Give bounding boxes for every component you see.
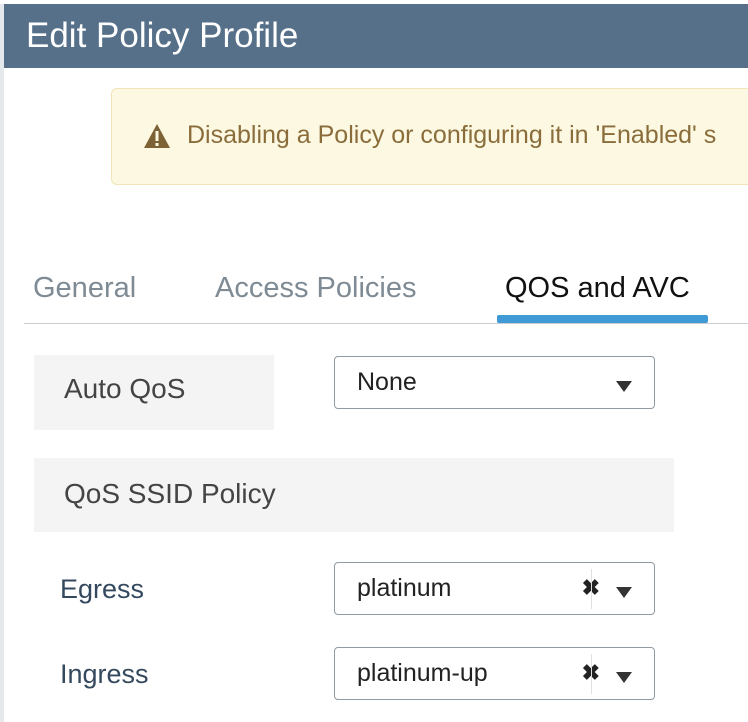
dialog-title: Edit Policy Profile: [26, 16, 299, 55]
select-divider: [591, 654, 592, 694]
chevron-down-icon[interactable]: [616, 587, 632, 598]
qos-ssid-policy-section-header: QoS SSID Policy: [34, 458, 674, 532]
auto-qos-value: None: [357, 368, 417, 396]
egress-label: Egress: [60, 574, 145, 604]
select-divider: [591, 569, 592, 609]
tab-qos-and-avc[interactable]: QOS and AVC: [505, 272, 690, 305]
ingress-value: platinum-up: [357, 659, 488, 687]
ingress-select[interactable]: platinum-up ✖: [334, 647, 655, 700]
auto-qos-label-box: Auto QoS: [34, 355, 274, 430]
chevron-down-icon[interactable]: [616, 381, 632, 392]
tab-access-policies[interactable]: Access Policies: [215, 272, 416, 305]
egress-value: platinum: [357, 574, 452, 602]
qos-ssid-policy-heading: QoS SSID Policy: [64, 478, 276, 509]
warning-banner: Disabling a Policy or configuring it in …: [111, 88, 748, 185]
egress-select[interactable]: platinum ✖: [334, 562, 655, 615]
dialog-header: Edit Policy Profile: [4, 4, 748, 68]
window-left-edge: [0, 4, 4, 722]
tab-general[interactable]: General: [33, 272, 136, 305]
tab-bar: General Access Policies QOS and AVC: [24, 258, 748, 324]
warning-text: Disabling a Policy or configuring it in …: [187, 121, 717, 149]
chevron-down-icon[interactable]: [616, 672, 632, 683]
auto-qos-label: Auto QoS: [64, 373, 186, 404]
active-tab-indicator: [497, 315, 708, 323]
warning-triangle-icon: [144, 124, 170, 148]
ingress-label: Ingress: [60, 659, 149, 689]
auto-qos-select[interactable]: None: [334, 356, 655, 409]
